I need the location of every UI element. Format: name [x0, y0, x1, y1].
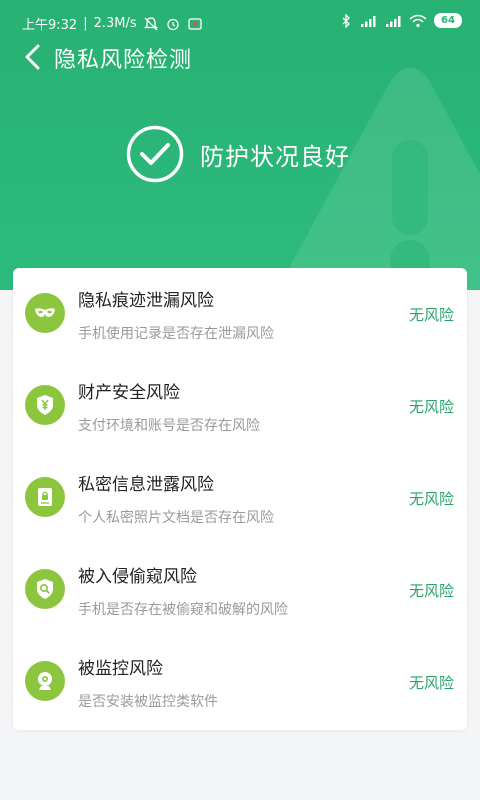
risk-description: 个人私密照片文档是否存在风险	[78, 510, 274, 526]
mute-bell-icon	[143, 16, 158, 30]
alarm-icon	[166, 18, 179, 30]
status-bar-left: 上午9:32 | 2.3M/s	[22, 14, 203, 33]
risk-status: 无风险	[408, 582, 454, 600]
risk-item-property[interactable]: 财产安全风险 支付环境和账号是否存在风险 无风险	[13, 360, 467, 452]
separator: |	[83, 16, 88, 31]
signal-hd-1-icon	[361, 15, 376, 27]
risk-title: 私密信息泄露风险	[78, 475, 214, 495]
risk-title: 隐私痕迹泄漏风险	[78, 291, 214, 311]
risk-item-monitoring[interactable]: 被监控风险 是否安装被监控类软件 无风险	[13, 636, 467, 728]
shield-yen-icon	[25, 385, 65, 425]
back-arrow-icon[interactable]	[18, 44, 48, 70]
risk-title: 被入侵偷窥风险	[78, 567, 197, 587]
bluetooth-icon	[342, 13, 350, 28]
risk-description: 手机使用记录是否存在泄漏风险	[78, 326, 274, 342]
status-bar-right: 64	[340, 13, 462, 28]
risk-description: 手机是否存在被偷窥和破解的风险	[78, 602, 288, 618]
risk-item-intrusion[interactable]: 被入侵偷窥风险 手机是否存在被偷窥和破解的风险 无风险	[13, 544, 467, 636]
risk-list-card: 隐私痕迹泄漏风险 手机使用记录是否存在泄漏风险 无风险 财产安全风险 支付环境和…	[13, 268, 467, 730]
risk-description: 是否安装被监控类软件	[78, 694, 218, 710]
battery-indicator: 64	[434, 13, 462, 28]
risk-item-private-info[interactable]: 私密信息泄露风险 个人私密照片文档是否存在风险 无风险	[13, 452, 467, 544]
camera-icon	[25, 661, 65, 701]
risk-status: 无风险	[408, 398, 454, 416]
protection-status-text: 防护状况良好	[200, 142, 350, 171]
wifi-icon	[409, 14, 427, 27]
risk-item-privacy-trace[interactable]: 隐私痕迹泄漏风险 手机使用记录是否存在泄漏风险 无风险	[13, 268, 467, 360]
risk-status: 无风险	[408, 490, 454, 508]
locked-document-icon	[25, 477, 65, 517]
risk-title: 财产安全风险	[78, 383, 180, 403]
shield-search-icon	[25, 569, 65, 609]
risk-description: 支付环境和账号是否存在风险	[78, 418, 260, 434]
mask-icon	[25, 293, 65, 333]
screen-record-icon	[187, 17, 202, 30]
network-speed: 2.3M/s	[93, 16, 137, 31]
title-bar: 隐私风险检测	[0, 44, 480, 73]
clock: 上午9:32	[22, 18, 78, 33]
signal-hd-2-icon	[386, 15, 401, 27]
protection-status: 防护状况良好	[126, 124, 350, 184]
screen: 上午9:32 | 2.3M/s 64 隐私风险检测 防护状况良好 隐私痕迹泄漏风…	[0, 0, 480, 800]
page-title: 隐私风险检测	[54, 48, 193, 73]
risk-title: 被监控风险	[78, 659, 163, 679]
check-circle-icon	[126, 125, 184, 183]
risk-status: 无风险	[408, 674, 454, 692]
status-bar: 上午9:32 | 2.3M/s 64	[0, 0, 480, 44]
risk-status: 无风险	[408, 306, 454, 324]
